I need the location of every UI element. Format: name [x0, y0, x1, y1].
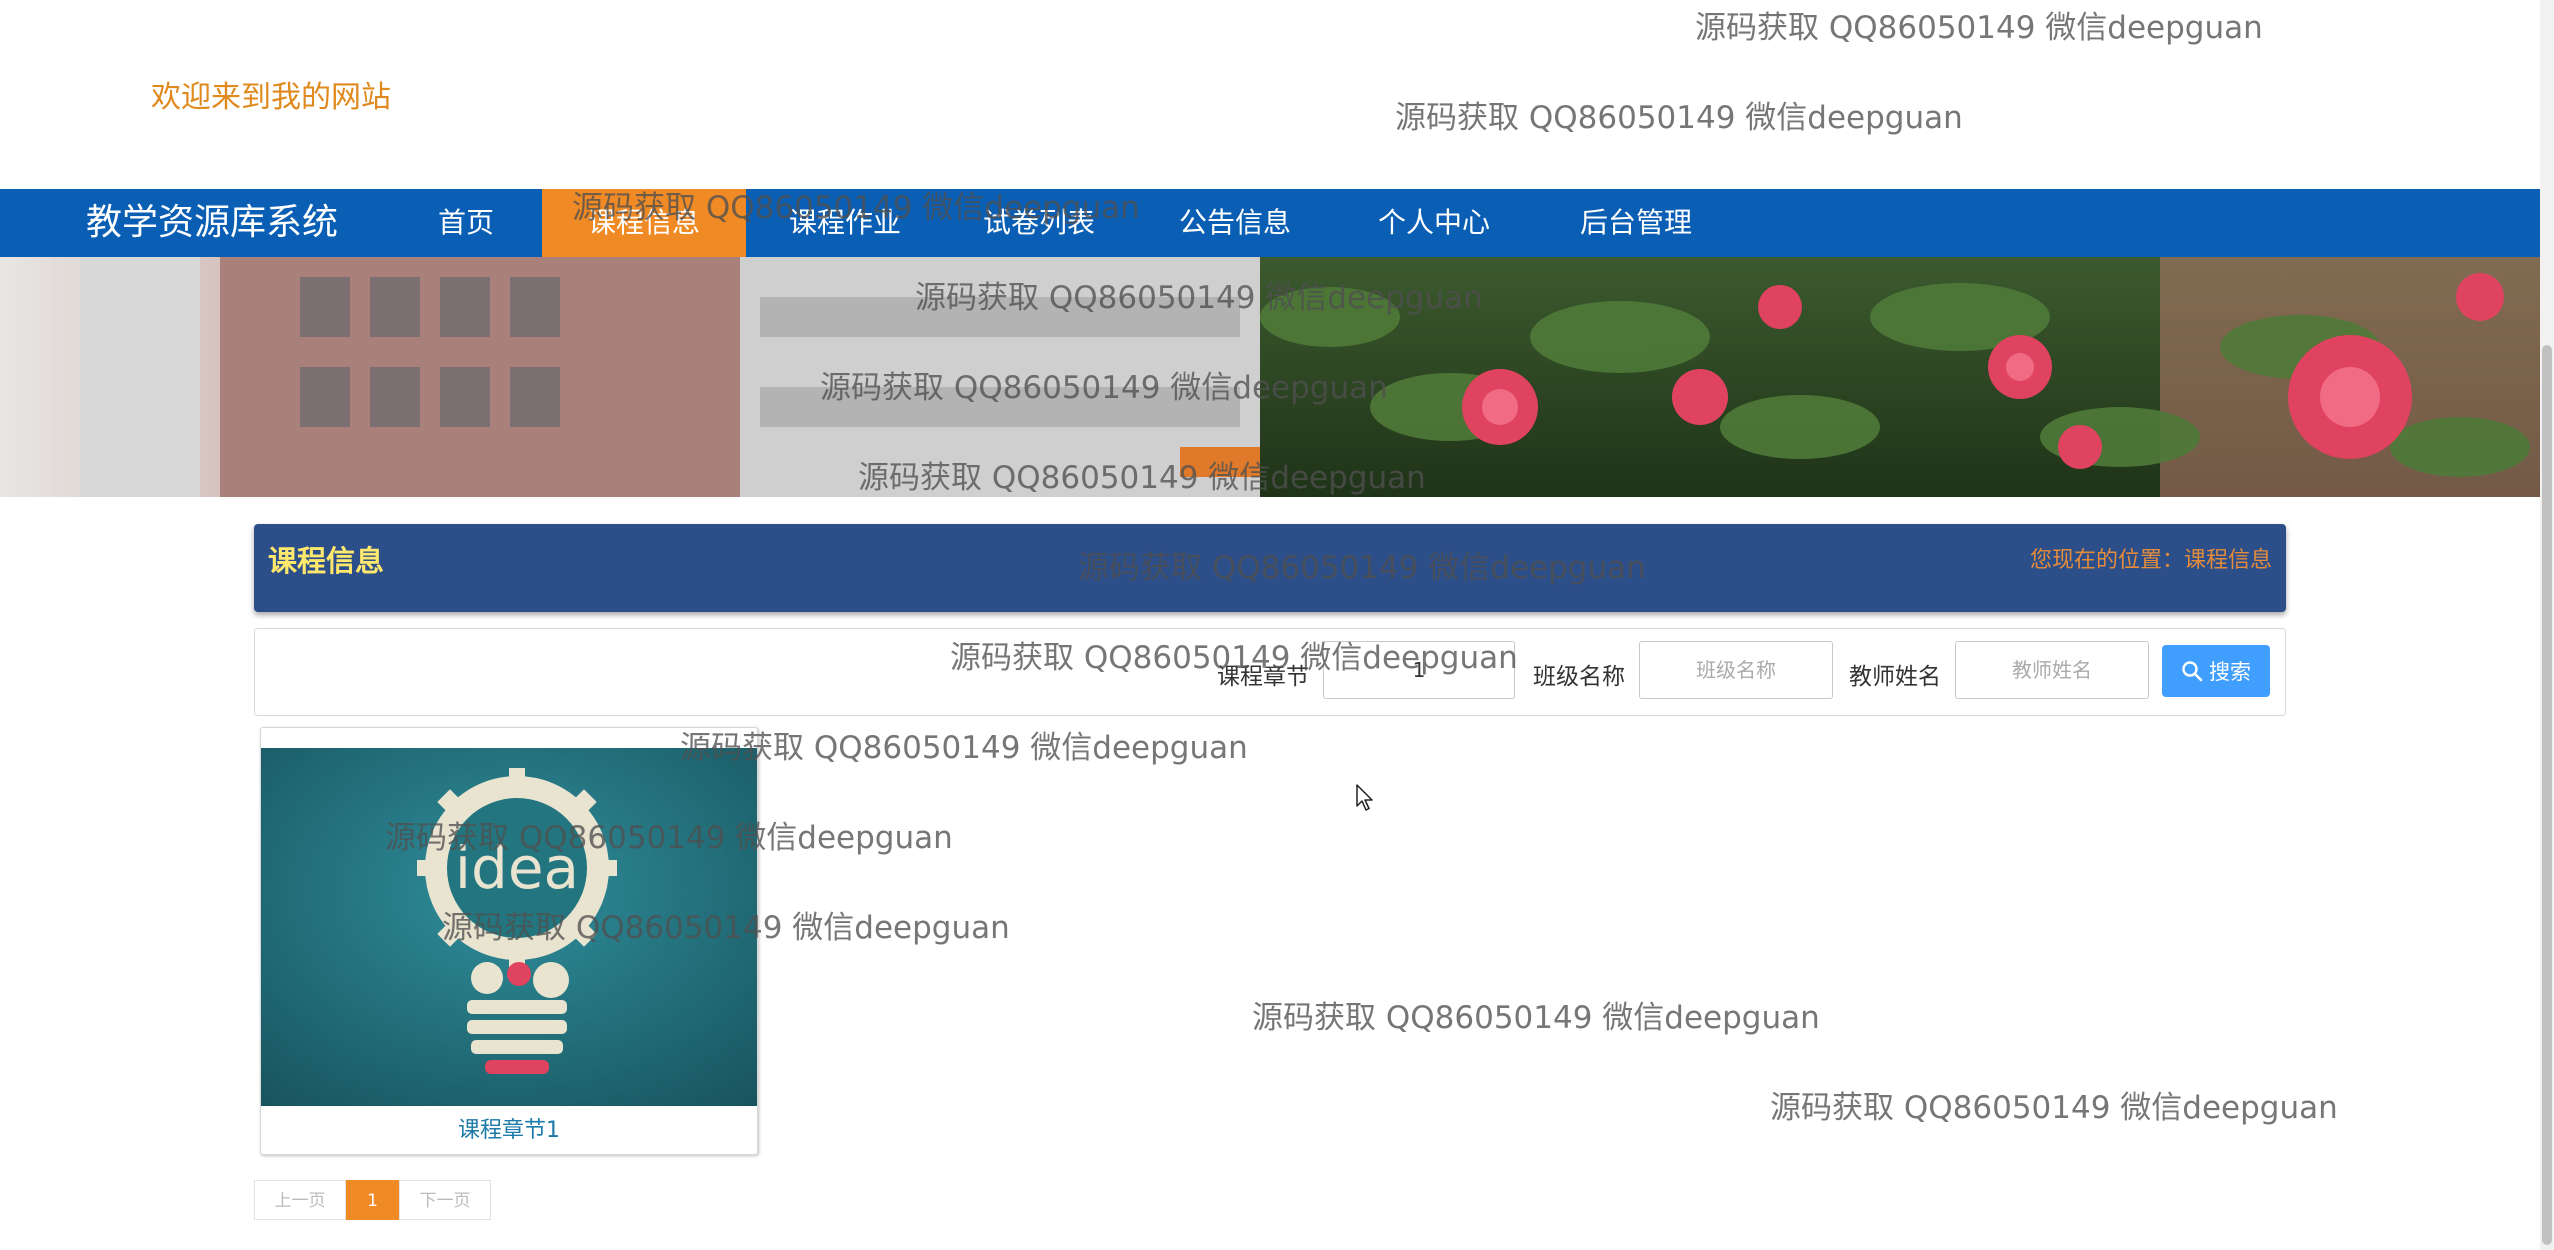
course-card-image[interactable]: idea: [261, 748, 757, 1106]
watermark-text: 源码获取 QQ86050149 微信deepguan: [680, 730, 1248, 766]
top-navbar: 教学资源库系统 首页 课程信息 课程作业 试卷列表 公告信息 个人中心 后台管理: [0, 189, 2540, 257]
idea-lightbulb-image: idea: [261, 748, 757, 1106]
course-card-caption[interactable]: 课程章节1: [261, 1112, 757, 1144]
nav-announcements[interactable]: 公告信息: [1140, 189, 1330, 257]
section-title: 课程信息: [268, 544, 385, 578]
site-brand[interactable]: 教学资源库系统: [86, 189, 338, 257]
scrollbar-thumb[interactable]: [2542, 345, 2552, 1245]
banner-image: [0, 257, 2540, 497]
pagination-prev[interactable]: 上一页: [254, 1180, 346, 1220]
svg-text:idea: idea: [455, 834, 579, 902]
search-bar: 课程章节 班级名称 教师姓名 搜索: [254, 628, 2286, 716]
mouse-cursor-icon: [1356, 784, 1373, 811]
watermark-text: 源码获取 QQ86050149 微信deepguan: [1252, 1000, 1820, 1036]
search-label-chapter: 课程章节: [1217, 664, 1309, 690]
course-card[interactable]: idea 课程章节1: [260, 727, 758, 1155]
welcome-text: 欢迎来到我的网站: [151, 80, 391, 115]
pagination-current-page[interactable]: 1: [346, 1180, 399, 1220]
nav-personal-center[interactable]: 个人中心: [1336, 189, 1532, 257]
search-icon: [2182, 661, 2203, 682]
search-input-class[interactable]: [1639, 641, 1833, 699]
nav-course-info[interactable]: 课程信息: [542, 189, 746, 257]
search-label-teacher: 教师姓名: [1849, 664, 1941, 690]
watermark-text: 源码获取 QQ86050149 微信deepguan: [1770, 1090, 2338, 1126]
nav-exam-list[interactable]: 试卷列表: [944, 189, 1134, 257]
search-input-teacher[interactable]: [1955, 641, 2149, 699]
watermark-text: 源码获取 QQ86050149 微信deepguan: [1395, 100, 1963, 136]
search-label-class: 班级名称: [1533, 664, 1625, 690]
search-button-label: 搜索: [2209, 660, 2251, 684]
search-button[interactable]: 搜索: [2162, 645, 2270, 697]
breadcrumb[interactable]: 您现在的位置：课程信息: [2030, 524, 2272, 598]
page: 欢迎来到我的网站 教学资源库系统 首页 课程信息 课程作业 试卷列表 公告信息 …: [0, 0, 2540, 1250]
pagination-next[interactable]: 下一页: [399, 1180, 491, 1220]
banner-photo: [0, 257, 2540, 497]
search-input-chapter[interactable]: [1323, 641, 1515, 699]
nav-home[interactable]: 首页: [396, 189, 536, 257]
section-title-bar: 课程信息 您现在的位置：课程信息: [254, 524, 2286, 612]
nav-course-homework[interactable]: 课程作业: [752, 189, 938, 257]
nav-admin[interactable]: 后台管理: [1538, 189, 1734, 257]
watermark-text: 源码获取 QQ86050149 微信deepguan: [1695, 10, 2263, 46]
